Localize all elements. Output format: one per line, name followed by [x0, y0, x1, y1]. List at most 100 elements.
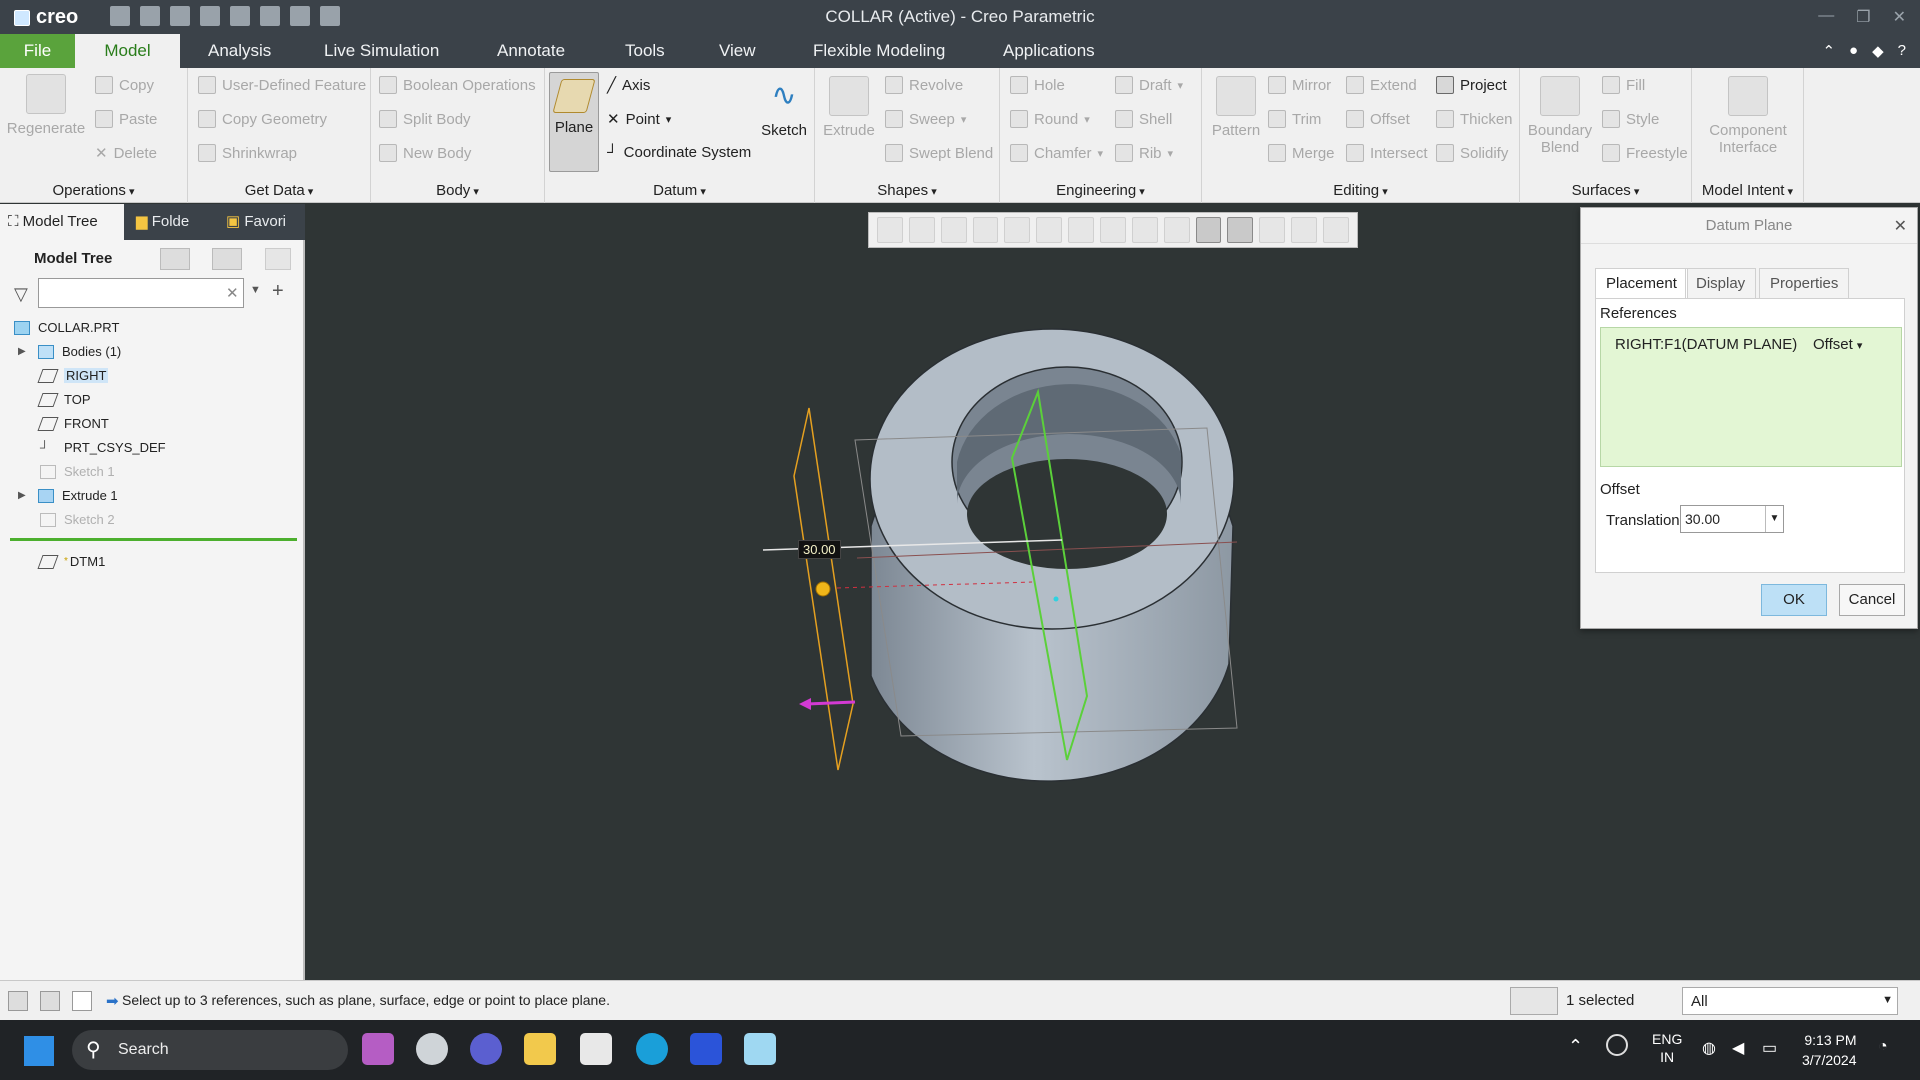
- extend-button[interactable]: Extend: [1346, 76, 1417, 94]
- thicken-button[interactable]: Thicken: [1436, 110, 1513, 128]
- notification-icon[interactable]: ◔: [1878, 1038, 1888, 1056]
- tab-favorites[interactable]: ▣ Favori: [218, 204, 305, 240]
- copy-button[interactable]: Copy: [95, 76, 154, 94]
- zoom-out-icon[interactable]: [940, 217, 967, 243]
- drag-handle[interactable]: [815, 581, 831, 597]
- ok-button[interactable]: OK: [1761, 584, 1827, 616]
- volume-icon[interactable]: ◀: [1732, 1038, 1744, 1058]
- engineering-group-label[interactable]: Engineering: [1000, 182, 1201, 199]
- selection-filter[interactable]: All ▼: [1682, 987, 1898, 1015]
- regenerate-button[interactable]: Regenerate: [6, 74, 86, 137]
- tree-item-extrude-1[interactable]: ▶ Extrude 1: [18, 488, 118, 503]
- close-icon[interactable]: ✕: [1893, 7, 1906, 27]
- spin-center-icon[interactable]: [1227, 217, 1254, 243]
- sweep-button[interactable]: Sweep ▾: [885, 110, 966, 128]
- tree-settings-icon[interactable]: [160, 248, 190, 270]
- appearance-icon[interactable]: [1259, 217, 1286, 243]
- coordinate-system-button[interactable]: ┘ Coordinate System: [607, 144, 751, 161]
- collapse-ribbon-icon[interactable]: ⌃: [1822, 42, 1835, 60]
- tab-display[interactable]: Display: [1685, 268, 1757, 298]
- tab-flexible-modeling[interactable]: Flexible Modeling: [795, 34, 963, 68]
- tab-view[interactable]: View: [701, 34, 774, 68]
- offset-button[interactable]: Offset: [1346, 110, 1410, 128]
- search-options-icon[interactable]: ▼: [250, 284, 261, 296]
- minimize-icon[interactable]: —: [1818, 7, 1834, 27]
- style-button[interactable]: Style: [1602, 110, 1659, 128]
- get-data-group-label[interactable]: Get Data: [188, 182, 370, 199]
- chamfer-button[interactable]: Chamfer ▾: [1010, 144, 1103, 162]
- tree-item-sketch-2[interactable]: Sketch 2: [40, 512, 115, 527]
- surfaces-group-label[interactable]: Surfaces: [1520, 182, 1691, 199]
- revolve-button[interactable]: Revolve: [885, 76, 963, 94]
- tab-annotate[interactable]: Annotate: [479, 34, 583, 68]
- filter-settings-icon[interactable]: [265, 248, 291, 270]
- sync-icon[interactable]: [1606, 1034, 1628, 1056]
- expand-arrow-icon[interactable]: ▶: [18, 346, 30, 357]
- toggle-navigator-icon[interactable]: [8, 991, 28, 1011]
- battery-icon[interactable]: ▭: [1762, 1038, 1777, 1058]
- merge-button[interactable]: Merge: [1268, 144, 1335, 162]
- tab-tools[interactable]: Tools: [607, 34, 683, 68]
- clock[interactable]: 9:13 PM 3/7/2024: [1802, 1030, 1857, 1070]
- tab-model[interactable]: Model: [75, 34, 180, 68]
- project-button[interactable]: Project: [1436, 76, 1507, 94]
- shrinkwrap-button[interactable]: Shrinkwrap: [198, 144, 297, 162]
- point-button[interactable]: ✕ Point ▾: [607, 110, 671, 129]
- cancel-button[interactable]: Cancel: [1839, 584, 1905, 616]
- round-button[interactable]: Round ▾: [1010, 110, 1090, 128]
- fill-button[interactable]: Fill: [1602, 76, 1645, 94]
- find-icon[interactable]: [1510, 987, 1558, 1015]
- tree-item-dtm1[interactable]: * DTM1: [37, 554, 105, 569]
- rib-button[interactable]: Rib ▾: [1115, 144, 1173, 162]
- mathcad-icon[interactable]: [690, 1033, 722, 1065]
- hole-button[interactable]: Hole: [1010, 76, 1065, 94]
- refit-icon[interactable]: [877, 217, 903, 243]
- boundary-blend-button[interactable]: Boundary Blend: [1524, 76, 1596, 156]
- tab-folder[interactable]: ▆ Folde: [128, 204, 214, 240]
- copilot-icon[interactable]: [362, 1033, 394, 1065]
- new-body-button[interactable]: New Body: [379, 144, 471, 162]
- tab-analysis[interactable]: Analysis: [190, 34, 289, 68]
- add-filter-icon[interactable]: +: [272, 280, 284, 303]
- section-icon[interactable]: [1131, 217, 1158, 243]
- creo-taskbar-icon[interactable]: [744, 1033, 776, 1065]
- tree-item-csys[interactable]: ┘ PRT_CSYS_DEF: [40, 440, 166, 455]
- teams-icon[interactable]: [470, 1033, 502, 1065]
- tab-placement[interactable]: Placement: [1595, 268, 1688, 298]
- editing-group-label[interactable]: Editing: [1202, 182, 1519, 199]
- reference-item[interactable]: RIGHT:F1(DATUM PLANE): [1615, 336, 1797, 353]
- translation-value[interactable]: 30.00: [1685, 511, 1720, 527]
- extrude-button[interactable]: Extrude: [819, 76, 879, 139]
- copy-geometry-button[interactable]: Copy Geometry: [198, 110, 327, 128]
- taskbar-search[interactable]: ⚲ Search: [72, 1030, 348, 1070]
- references-collector[interactable]: RIGHT:F1(DATUM PLANE) Offset ▾: [1600, 327, 1902, 467]
- axis-button[interactable]: ╱ Axis: [607, 76, 650, 95]
- file-explorer-icon[interactable]: [524, 1033, 556, 1065]
- shapes-group-label[interactable]: Shapes: [815, 182, 999, 199]
- tree-search-input[interactable]: [38, 278, 244, 308]
- repaint-icon[interactable]: [972, 217, 999, 243]
- shell-button[interactable]: Shell: [1115, 110, 1172, 128]
- start-icon[interactable]: [24, 1036, 54, 1066]
- weather-icon[interactable]: [416, 1033, 448, 1065]
- tab-applications[interactable]: Applications: [985, 34, 1113, 68]
- tree-item-front[interactable]: FRONT: [37, 416, 109, 431]
- draft-button[interactable]: Draft ▾: [1115, 76, 1183, 94]
- datum-group-label[interactable]: Datum: [545, 182, 814, 199]
- clear-search-icon[interactable]: ✕: [226, 284, 239, 302]
- solidify-button[interactable]: Solidify: [1436, 144, 1508, 162]
- show-hidden-icons[interactable]: ⌃: [1568, 1036, 1583, 1057]
- full-screen-icon[interactable]: [72, 991, 92, 1011]
- trim-button[interactable]: Trim: [1268, 110, 1321, 128]
- view-manager-icon[interactable]: [1068, 217, 1095, 243]
- dimension-label[interactable]: 30.00: [798, 540, 841, 559]
- sketch-button[interactable]: ∿ Sketch: [757, 76, 811, 139]
- store-icon[interactable]: [580, 1033, 612, 1065]
- tab-properties[interactable]: Properties: [1759, 268, 1850, 298]
- tree-item-top[interactable]: TOP: [37, 392, 91, 407]
- flip-direction-arrow[interactable]: [806, 700, 856, 706]
- component-interface-button[interactable]: Component Interface: [1696, 76, 1800, 156]
- plane-button[interactable]: Plane: [549, 72, 599, 172]
- annotation-display-icon[interactable]: [1195, 217, 1222, 243]
- operations-group-label[interactable]: Operations: [0, 182, 187, 199]
